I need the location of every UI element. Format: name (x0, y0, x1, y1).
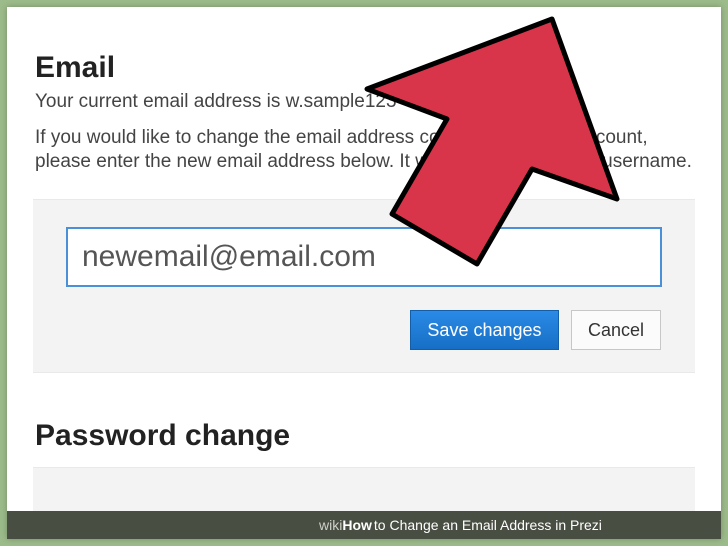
email-heading: Email (35, 51, 693, 85)
settings-panel: Email Your current email address is w.sa… (7, 7, 721, 539)
content-area: Email Your current email address is w.sa… (7, 7, 721, 517)
password-form-box (33, 467, 695, 517)
button-row: Save changes Cancel (67, 310, 661, 350)
brand: wikiHow (319, 517, 372, 533)
caption-title: to Change an Email Address in Prezi (374, 517, 602, 533)
brand-prefix: wiki (319, 517, 342, 533)
cancel-button[interactable]: Cancel (571, 310, 661, 350)
password-heading: Password change (35, 419, 693, 453)
current-email-line: Your current email address is w.sample12… (35, 91, 693, 114)
current-email-value: w.sample123 (286, 91, 397, 112)
email-form-box: Save changes Cancel (33, 199, 695, 373)
save-changes-button[interactable]: Save changes (410, 310, 558, 350)
new-email-input[interactable] (67, 228, 661, 286)
caption-bar: wikiHow to Change an Email Address in Pr… (7, 511, 721, 539)
brand-bold: How (342, 517, 372, 533)
change-email-description: If you would like to change the email ad… (35, 126, 693, 174)
password-section: Password change (35, 419, 693, 517)
current-email-prefix: Your current email address is (35, 91, 286, 112)
